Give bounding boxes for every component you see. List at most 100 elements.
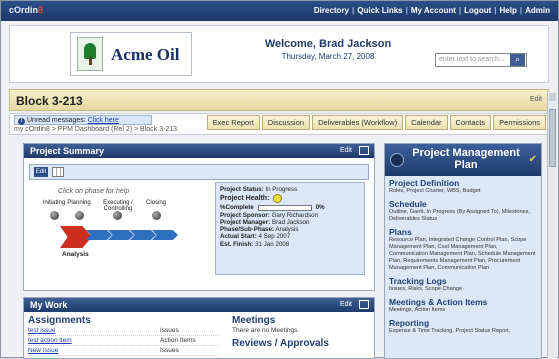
phase-label-closing: Closing	[145, 200, 166, 206]
plan-icon	[390, 153, 404, 167]
plan-section: Plans Resource Plan, Integrated Change Co…	[389, 227, 537, 272]
phase-dot-planning[interactable]	[75, 211, 84, 220]
breadcrumb[interactable]: my cOrdin8 > PPM Dashboard (Rel 2) > Blo…	[14, 126, 177, 133]
start-label: Actual Start:	[220, 233, 257, 241]
plan-section: Project Definition Roles, Project Charter…	[389, 178, 537, 195]
info-icon: i	[18, 118, 25, 125]
phase-dot-initiating[interactable]	[50, 211, 59, 220]
section-links[interactable]: Meetings, Action Items	[389, 307, 537, 314]
sponsor-row: Project Sponsor: Gary Richardson	[220, 212, 360, 219]
scroll-up-icon[interactable]	[549, 93, 556, 101]
link-logout[interactable]: Logout	[464, 6, 491, 15]
tab-deliverables[interactable]: Deliverables (Workflow)	[312, 115, 404, 130]
phase-dot-executing[interactable]	[113, 211, 122, 220]
tab-discussion[interactable]: Discussion	[261, 115, 311, 130]
assignment-link[interactable]: test issue	[28, 326, 160, 335]
reviews-title: Reviews / Approvals	[232, 338, 329, 349]
status-value: In Progress	[265, 186, 298, 193]
section-links[interactable]: Roles, Project Charter, WBS, Budget	[389, 188, 537, 195]
manager-value: Brad Jackson	[271, 218, 310, 226]
plan-section: Tracking Logs Issues, Risks, Scope Change	[389, 276, 537, 293]
section-plans[interactable]: Plans	[389, 227, 537, 237]
complete-row: %Complete 0%	[220, 204, 360, 211]
unread-link[interactable]: Click here	[88, 117, 119, 124]
top-links: Directory | Quick Links | My Account | Logout |…	[314, 6, 550, 15]
assignment-link[interactable]: New Issue	[28, 346, 160, 355]
panel-title: My Work	[30, 300, 68, 310]
panel-title: Project Summary	[30, 146, 105, 156]
app-window: cOrdin8 Directory | Quick Links | My Account…	[0, 0, 559, 359]
current-phase-arrow[interactable]	[60, 226, 92, 248]
my-work-header: My Work Edit	[24, 298, 374, 312]
brand-suffix: 8	[38, 5, 44, 15]
phase-dot-closing[interactable]	[152, 211, 161, 220]
list-item: test action item Action Items	[28, 336, 218, 346]
tab-calendar[interactable]: Calendar	[405, 115, 448, 130]
assignment-kind: Issues	[160, 347, 179, 354]
popout-icon[interactable]	[359, 300, 369, 309]
section-tracking-logs[interactable]: Tracking Logs	[389, 276, 537, 286]
manager-row: Project Manager: Brad Jackson	[220, 219, 360, 226]
summary-toolbar: Edit	[29, 164, 369, 180]
complete-label: %Complete	[220, 204, 254, 212]
unread-messages: i Unread messages: Click here	[14, 115, 152, 125]
section-project-definition[interactable]: Project Definition	[389, 178, 537, 188]
project-summary-header: Project Summary Edit	[24, 144, 374, 158]
link-admin[interactable]: Admin	[525, 6, 550, 15]
grid-icon[interactable]	[52, 167, 64, 177]
search-icon[interactable]: ⌕	[510, 54, 525, 66]
phase-label: Phase/Sub-Phase:	[220, 226, 274, 234]
edit-page-link[interactable]: Edit	[530, 96, 542, 103]
page-scrollbar[interactable]	[547, 91, 557, 359]
link-my-account[interactable]: My Account	[411, 6, 456, 15]
complete-value: 0%	[315, 204, 325, 212]
assignment-link[interactable]: test action item	[28, 336, 160, 345]
top-bar: cOrdin8 Directory | Quick Links | My Account…	[1, 1, 558, 21]
start-row: Actual Start: 4 Sep 2007	[220, 233, 360, 240]
section-reporting[interactable]: Reporting	[389, 318, 537, 328]
pm-plan-header: Project Management Plan ✔	[385, 144, 541, 176]
tab-exec-report[interactable]: Exec Report	[206, 115, 260, 130]
project-summary-panel: Project Summary Edit Edit Click on phase…	[23, 143, 375, 291]
assignments-section: Assignments test issue Issues test action…	[28, 315, 218, 356]
assignment-kind: Issues	[160, 327, 179, 334]
edit-link[interactable]: Edit	[340, 147, 352, 154]
scroll-thumb[interactable]	[549, 109, 556, 167]
company-name: Acme Oil	[111, 45, 180, 64]
plan-section: Reporting Expense & Time Tracking, Projec…	[389, 318, 537, 335]
edit-link[interactable]: Edit	[340, 301, 352, 308]
list-item: New Issue Issues	[28, 346, 218, 356]
status-row: Project Status: In Progress	[220, 186, 360, 193]
finish-row: Est. Finish: 31 Jan 2008	[220, 241, 360, 248]
start-value: 4 Sep 2007	[258, 233, 291, 241]
section-links[interactable]: Issues, Risks, Scope Change	[389, 286, 537, 293]
health-label: Project Health:	[220, 195, 270, 203]
header-band: Acme Oil Welcome, Brad Jackson Thursday,…	[9, 25, 549, 83]
plan-section: Schedule Outline, Gantt, In Progress (By …	[389, 199, 537, 223]
link-directory[interactable]: Directory	[314, 6, 349, 15]
section-schedule[interactable]: Schedule	[389, 199, 537, 209]
link-quick-links[interactable]: Quick Links	[357, 6, 402, 15]
collapse-icon[interactable]: ✔	[529, 154, 537, 165]
section-links[interactable]: Outline, Gantt, In Progress (By Assigned…	[389, 209, 537, 223]
divider: |	[405, 6, 408, 15]
sponsor-value: Gary Richardson	[271, 211, 319, 219]
tab-permissions[interactable]: Permissions	[493, 115, 546, 130]
phase-row: Phase/Sub-Phase: Analysis	[220, 226, 360, 233]
divider: |	[458, 6, 462, 15]
meetings-section: Meetings There are no Meetings. Reviews …	[232, 315, 372, 349]
section-meetings-action-items[interactable]: Meetings & Action Items	[389, 297, 537, 307]
section-links[interactable]: Resource Plan, Integrated Change Control…	[389, 237, 537, 272]
pm-plan-panel: Project Management Plan ✔ Project Defini…	[384, 143, 542, 359]
tab-contacts[interactable]: Contacts	[449, 115, 492, 130]
edit-button[interactable]: Edit	[34, 167, 48, 177]
page-title: Block 3-213	[16, 94, 83, 108]
finish-value: 31 Jan 2008	[255, 240, 290, 248]
brand-logo[interactable]: cOrdin8	[9, 5, 43, 15]
phase-help-text: Click on phase for help	[58, 188, 130, 195]
section-links[interactable]: Expense & Time Tracking, Project Status …	[389, 328, 537, 335]
list-item: test issue Issues	[28, 326, 218, 336]
assignments-title: Assignments	[28, 315, 91, 326]
popout-icon[interactable]	[359, 146, 369, 155]
link-help[interactable]: Help	[500, 6, 517, 15]
